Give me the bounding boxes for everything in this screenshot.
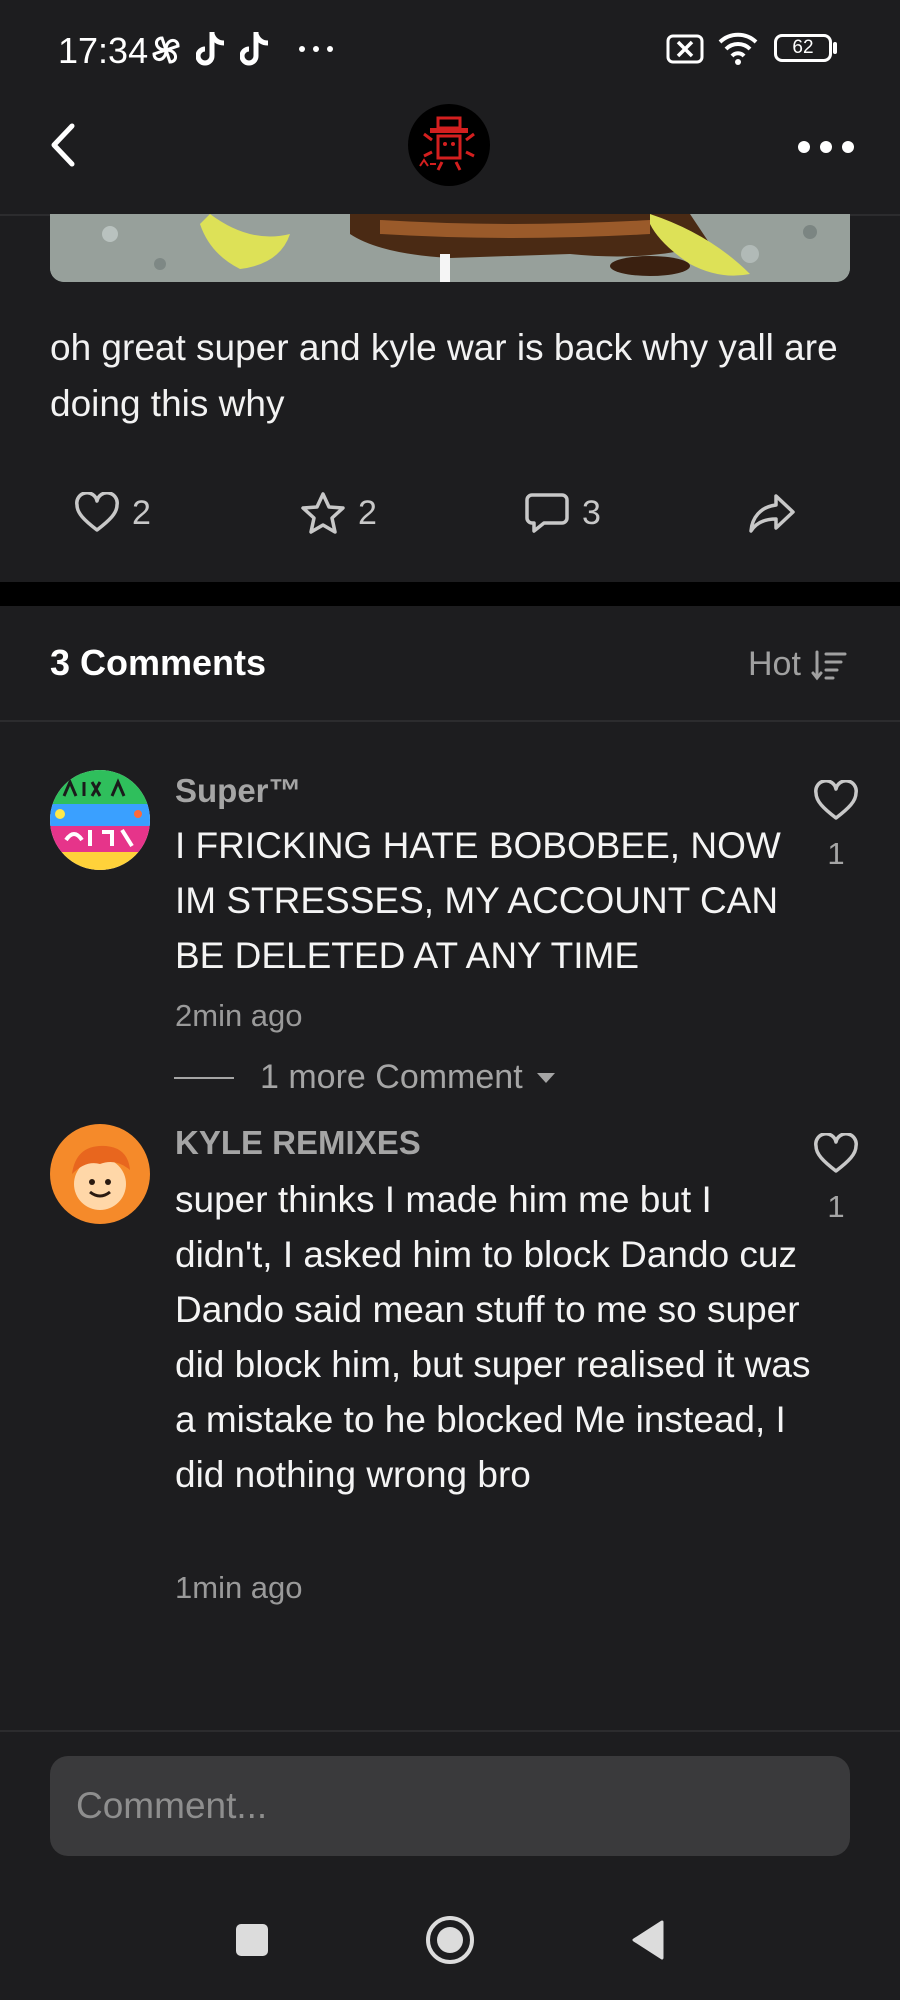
- more-options-icon[interactable]: [796, 132, 856, 162]
- home-circle-icon: [426, 1916, 474, 1964]
- home-button[interactable]: [420, 1910, 480, 1970]
- like-button[interactable]: 2: [74, 488, 151, 538]
- battery-tip: [833, 42, 837, 54]
- comment-timestamp: 2min ago: [175, 998, 303, 1033]
- input-separator: [0, 1730, 900, 1732]
- back-chevron-icon[interactable]: [42, 120, 82, 170]
- square-icon: [236, 1924, 268, 1956]
- back-triangle-icon: [632, 1920, 664, 1960]
- tiktok-icon: [240, 32, 269, 66]
- header-separator: [0, 720, 900, 722]
- heart-icon: [814, 1133, 858, 1173]
- wifi-icon: [718, 32, 758, 65]
- comment-bubble-icon: [525, 493, 569, 533]
- share-button[interactable]: [748, 488, 796, 538]
- tiktok-icon: [196, 32, 225, 66]
- replies-line: [174, 1076, 234, 1079]
- status-time: 17:34: [58, 30, 149, 71]
- comment-text: I FRICKING HATE BOBOBEE, NOW IM STRESSES…: [175, 825, 781, 976]
- comment-author[interactable]: Super™: [175, 772, 302, 810]
- heart-icon: [75, 492, 119, 532]
- favorite-button[interactable]: 2: [300, 488, 377, 538]
- battery-icon: 62: [774, 34, 832, 62]
- comment-text: super thinks I made him me but I didn't,…: [175, 1179, 811, 1495]
- comment-button[interactable]: 3: [524, 488, 601, 538]
- back-nav-button[interactable]: [618, 1910, 678, 1970]
- comment-input[interactable]: [50, 1756, 850, 1856]
- post-image[interactable]: [50, 214, 850, 282]
- recents-button[interactable]: [222, 1910, 282, 1970]
- data-off-icon: [666, 34, 704, 64]
- caret-down-icon: [536, 1072, 555, 1083]
- comment-like-count: 1: [827, 1189, 845, 1224]
- share-arrow-icon: [749, 494, 795, 533]
- pinwheel-icon: [152, 36, 180, 64]
- comment-timestamp: 1min ago: [175, 1570, 303, 1605]
- heart-icon: [814, 780, 858, 820]
- avatar-art: [50, 770, 150, 870]
- favorite-count: 2: [358, 493, 377, 532]
- post-body-text: oh great super and kyle war is back why …: [50, 327, 838, 424]
- channel-logo-art: [419, 116, 475, 171]
- show-more-replies[interactable]: 1 more Comment: [174, 1058, 557, 1097]
- sort-label: Hot: [748, 645, 801, 683]
- like-count: 2: [132, 493, 151, 532]
- comments-count-title: 3 Comments: [50, 642, 267, 683]
- post-image-art: [50, 214, 850, 282]
- sort-icon: [811, 650, 847, 680]
- sort-button[interactable]: Hot: [748, 645, 847, 684]
- status-bar: 17:34 62: [0, 0, 900, 100]
- comment-count: 3: [582, 493, 601, 532]
- avatar-art: [50, 1124, 150, 1224]
- more-replies-label: 1 more Comment: [260, 1058, 523, 1096]
- comment-author[interactable]: KYLE REMIXES: [175, 1124, 421, 1162]
- comment-like-button[interactable]: 1: [806, 780, 866, 872]
- commenter-avatar[interactable]: [50, 770, 150, 870]
- commenter-avatar[interactable]: [50, 1124, 150, 1224]
- star-icon: [301, 492, 345, 534]
- comment-like-count: 1: [827, 836, 845, 871]
- comment-like-button[interactable]: 1: [806, 1133, 866, 1225]
- battery-level: 62: [792, 37, 814, 58]
- more-dots-icon: [299, 46, 333, 52]
- section-divider: [0, 582, 900, 606]
- channel-logo[interactable]: [408, 104, 490, 186]
